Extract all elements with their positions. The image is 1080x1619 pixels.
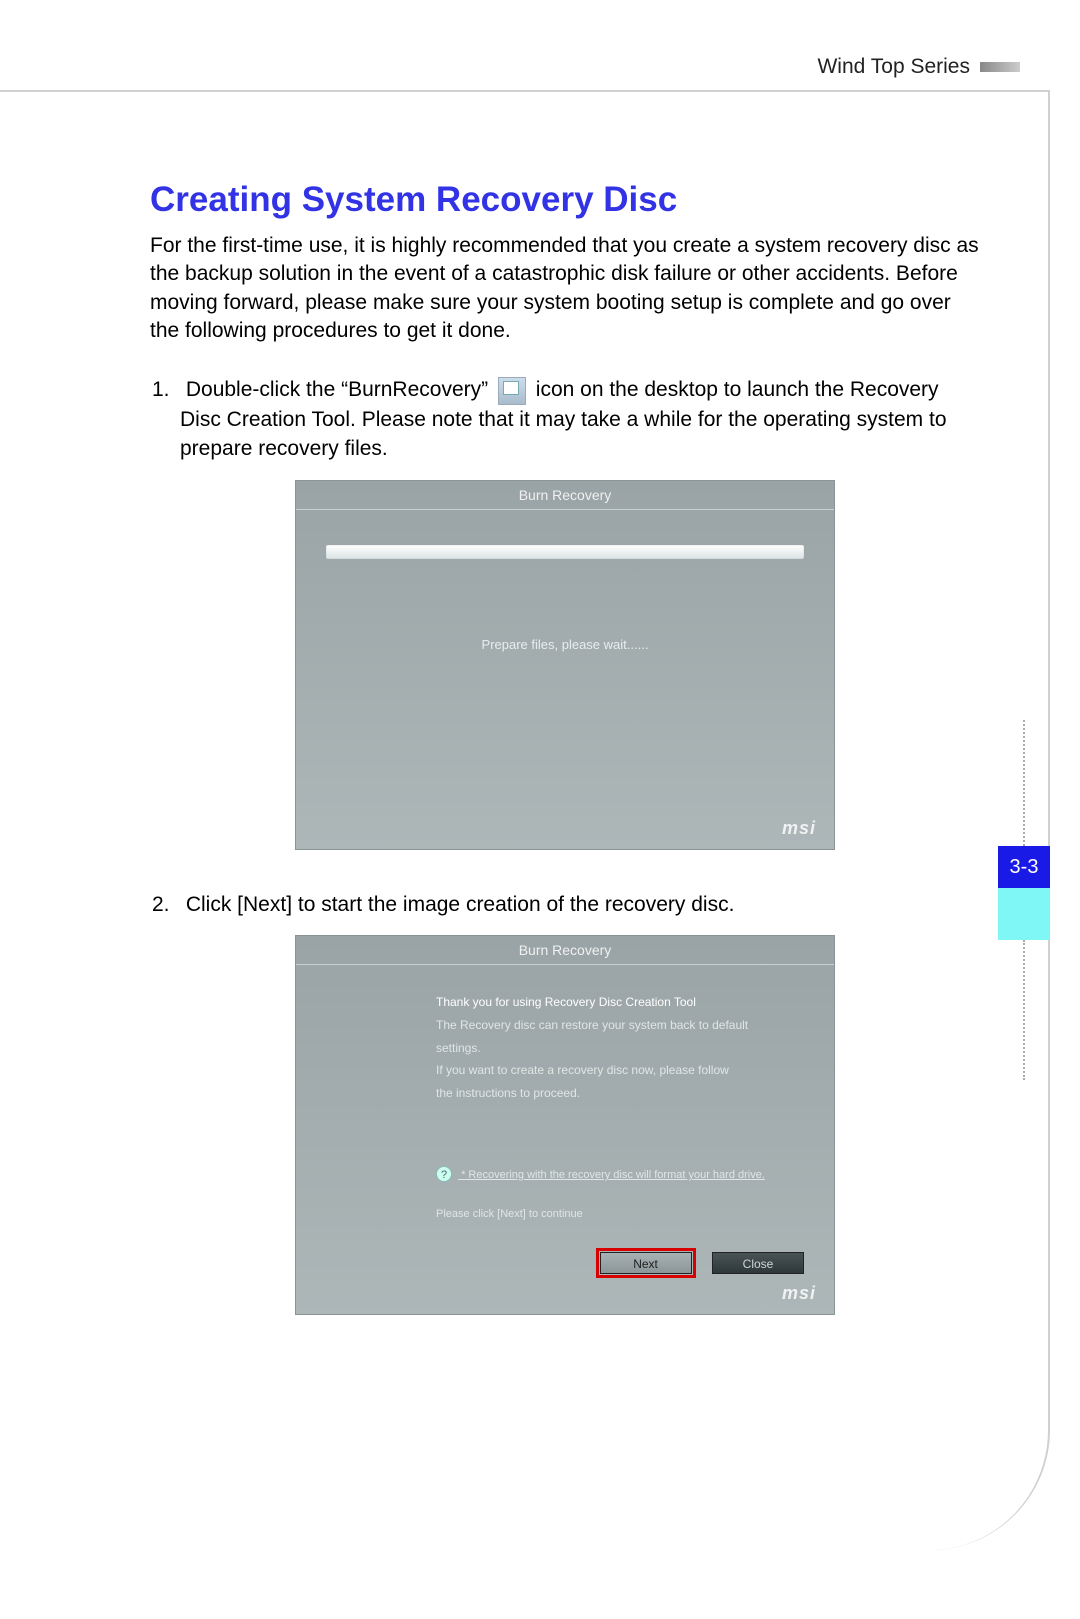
header-series-label: Wind Top Series <box>817 55 970 79</box>
screenshot-1-burn-recovery-preparing: Burn Recovery Prepare files, please wait… <box>295 480 835 850</box>
screenshot-2-line4: the instructions to proceed. <box>436 1082 794 1105</box>
margin-dotted-line-bottom <box>1023 940 1025 1080</box>
content-area: Creating System Recovery Disc For the fi… <box>150 180 980 1355</box>
page-number-tab: 3-3 <box>998 846 1050 888</box>
screenshot-2-body: Thank you for using Recovery Disc Creati… <box>296 971 834 1225</box>
step-1: 1. Double-click the “BurnRecovery” icon … <box>150 375 980 463</box>
header-accent-bar <box>980 62 1020 72</box>
screenshot-2-line3: If you want to create a recovery disc no… <box>436 1059 794 1082</box>
screenshot-2-line2: The Recovery disc can restore your syste… <box>436 1014 794 1060</box>
screenshot-2-warning-text: * Recovering with the recovery disc will… <box>461 1169 765 1181</box>
screenshot-2-title: Burn Recovery <box>296 936 834 964</box>
step-2-text: Click [Next] to start the image creation… <box>186 893 735 916</box>
page-tab-accent <box>998 888 1050 940</box>
close-button[interactable]: Close <box>712 1252 804 1274</box>
screenshot-1-progress-bar <box>326 545 804 559</box>
burnrecovery-icon <box>498 377 526 405</box>
step-1-text-pre: Double-click the “BurnRecovery” <box>186 378 494 401</box>
help-icon: ? <box>436 1166 452 1182</box>
screenshot-1-title: Burn Recovery <box>296 481 834 509</box>
step-2: 2. Click [Next] to start the image creat… <box>150 890 980 919</box>
screenshot-1-progress-area: Prepare files, please wait...... <box>296 545 834 652</box>
screenshot-2-button-row: Next Close <box>584 1252 804 1274</box>
screenshot-2-warning: ? * Recovering with the recovery disc wi… <box>436 1165 794 1186</box>
next-button[interactable]: Next <box>600 1252 692 1274</box>
screenshot-2-divider <box>296 964 834 965</box>
screenshot-2-burn-recovery-welcome: Burn Recovery Thank you for using Recove… <box>295 935 835 1315</box>
margin-dotted-line-top <box>1023 720 1025 846</box>
step-1-number: 1. <box>152 375 180 404</box>
msi-brand-logo: msi <box>782 1283 816 1304</box>
step-2-number: 2. <box>152 890 180 919</box>
screenshot-1-divider <box>296 509 834 510</box>
screenshot-1-prepare-text: Prepare files, please wait...... <box>296 637 834 652</box>
intro-paragraph: For the first-time use, it is highly rec… <box>150 232 980 345</box>
screenshot-2-click-next-text: Please click [Next] to continue <box>436 1204 794 1225</box>
page-title: Creating System Recovery Disc <box>150 180 980 220</box>
msi-brand-logo: msi <box>782 818 816 839</box>
screenshot-2-line1: Thank you for using Recovery Disc Creati… <box>436 991 794 1014</box>
